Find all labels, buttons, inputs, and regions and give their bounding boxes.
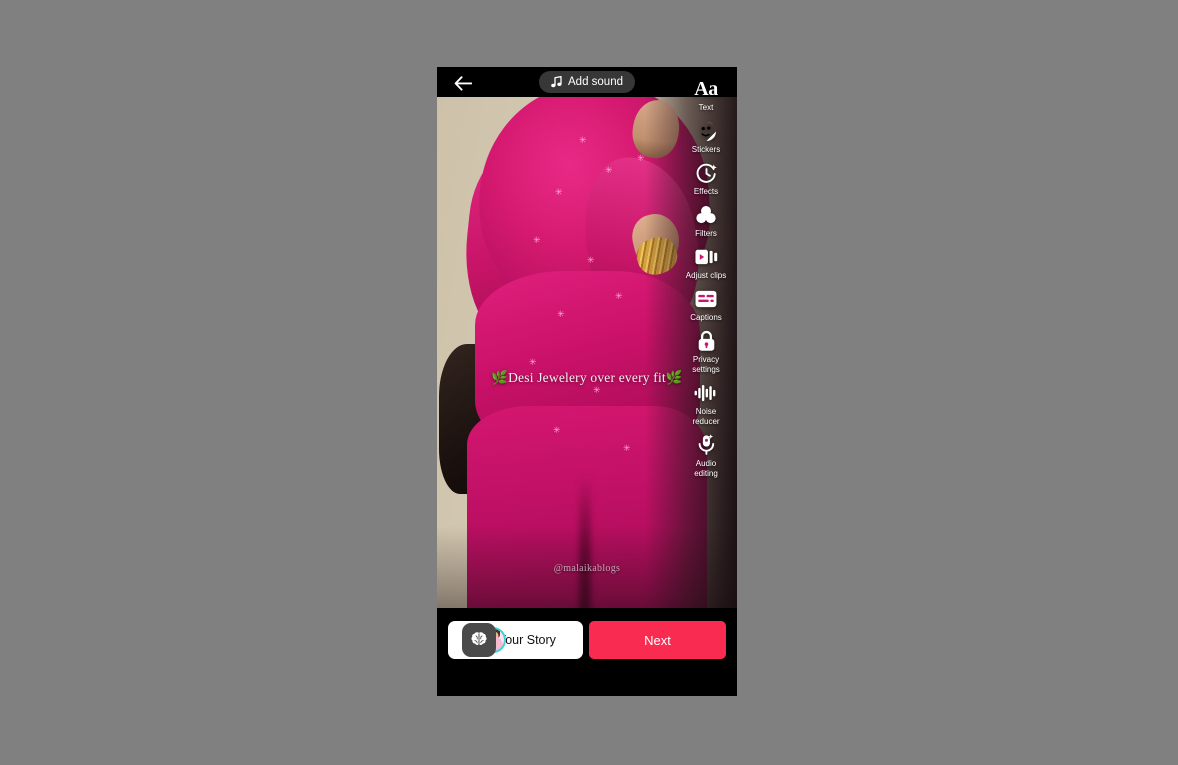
fabric-motif: ✳ [553,425,561,435]
add-sound-label: Add sound [568,76,623,88]
tool-label: Privacy settings [692,355,720,374]
text-aa-icon: Aa [694,77,718,100]
tool-captions[interactable]: Captions [675,286,737,323]
phone-frame: ✳ ✳ ✳ ✳ ✳ ✳ ✳ ✳ ✳ ✳ ✳ ✳ 🌿Desi Jewelery o… [437,67,737,696]
brain-icon [471,632,487,647]
your-story-button[interactable]: Your Story [448,621,583,659]
tool-label: Adjust clips [685,271,727,280]
next-button[interactable]: Next [589,621,726,659]
next-label: Next [644,632,671,648]
fabric-motif: ✳ [593,385,601,395]
sticker-face-icon [696,118,717,144]
bottom-bar: Your Story Next [437,608,737,696]
tool-label: Noise reducer [692,407,720,426]
tool-noise-reducer[interactable]: Noise reducer [675,380,737,427]
tool-effects[interactable]: Effects [675,160,737,197]
fabric-motif: ✳ [605,165,613,175]
your-story-label: Your Story [498,633,556,647]
waveform-icon [694,380,718,406]
film-clip-icon [694,244,718,270]
effects-sparkle-clock-icon [696,160,717,186]
lock-icon [697,328,716,354]
tool-label: Stickers [691,145,721,154]
add-sound-button[interactable]: Add sound [539,71,635,93]
tool-filters[interactable]: Filters [675,202,737,239]
tool-label: Text [698,103,714,112]
captions-icon [695,286,717,312]
tool-label: Captions [690,313,722,322]
video-watermark: @malaikablogs [553,563,621,574]
editor-tool-rail: Aa Text Stickers Effects Filters Adjust … [675,76,737,484]
fabric-motif: ✳ [587,255,595,265]
music-note-icon [551,76,562,88]
tool-text[interactable]: Aa Text [675,76,737,113]
fabric-motif: ✳ [529,357,537,367]
tool-adjust-clips[interactable]: Adjust clips [675,244,737,281]
back-button[interactable] [451,72,475,94]
tool-label: Effects [693,187,719,196]
tool-privacy-settings[interactable]: Privacy settings [675,328,737,375]
tool-stickers[interactable]: Stickers [675,118,737,155]
microphone-sparkle-icon [696,432,717,458]
fabric-motif: ✳ [623,443,631,453]
fabric-motif: ✳ [637,153,645,163]
fabric-motif: ✳ [555,187,563,197]
tool-label: Audio editing [694,459,718,478]
tool-label: Filters [695,229,717,238]
back-arrow-icon [454,75,472,91]
story-badge[interactable] [462,623,496,657]
fabric-motif: ✳ [557,309,565,319]
fabric-motif: ✳ [615,291,623,301]
filters-circles-icon [695,202,717,228]
fabric-motif: ✳ [533,235,541,245]
screenshot-canvas: ✳ ✳ ✳ ✳ ✳ ✳ ✳ ✳ ✳ ✳ ✳ ✳ 🌿Desi Jewelery o… [0,0,1178,765]
tool-audio-editing[interactable]: Audio editing [675,432,737,479]
fabric-motif: ✳ [579,135,587,145]
